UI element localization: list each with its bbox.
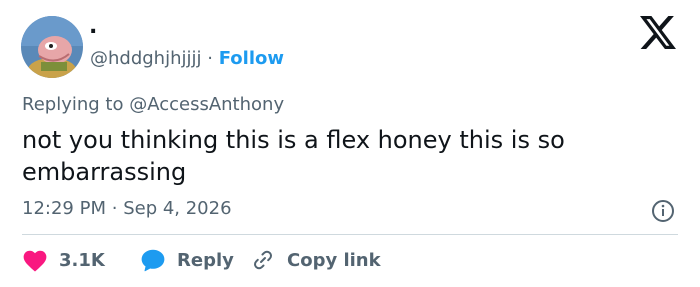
info-icon[interactable]: [651, 199, 675, 223]
reply-mention-link[interactable]: @AccessAnthony: [129, 94, 284, 115]
separator: ·: [207, 48, 213, 69]
reply-button[interactable]: Reply: [140, 248, 250, 272]
x-logo-icon[interactable]: [640, 16, 676, 49]
heart-icon: [22, 248, 48, 272]
timestamp-link[interactable]: 12:29 PM · Sep 4, 2026: [22, 197, 232, 221]
reply-context: Replying to @AccessAnthony: [22, 94, 284, 116]
tweet-time: 12:29 PM: [22, 198, 106, 219]
copy-link-label: Copy link: [287, 249, 381, 271]
link-icon: [250, 248, 276, 272]
author-line: @hddghjhjjjj · Follow: [90, 48, 284, 70]
follow-link[interactable]: Follow: [219, 48, 284, 69]
action-bar: 3.1K Reply Copy link: [22, 246, 381, 274]
copy-link-button[interactable]: Copy link: [250, 248, 381, 272]
reply-label: Reply: [177, 249, 234, 271]
handle[interactable]: @hddghjhjjjj: [90, 48, 202, 69]
divider: [22, 234, 678, 235]
timestamp-separator: ·: [111, 198, 118, 219]
tweet-text: not you thinking this is a flex honey th…: [22, 126, 565, 186]
avatar[interactable]: [21, 16, 83, 78]
like-count: 3.1K: [59, 249, 105, 271]
tweet-date: Sep 4, 2026: [123, 198, 232, 219]
speech-bubble-icon: [140, 248, 166, 272]
tweet-embed-card: . @hddghjhjjjj · Follow Replying to @Acc…: [0, 0, 700, 287]
like-button[interactable]: 3.1K: [22, 248, 140, 272]
reply-prefix: Replying to: [22, 94, 124, 115]
display-name[interactable]: .: [89, 14, 97, 40]
